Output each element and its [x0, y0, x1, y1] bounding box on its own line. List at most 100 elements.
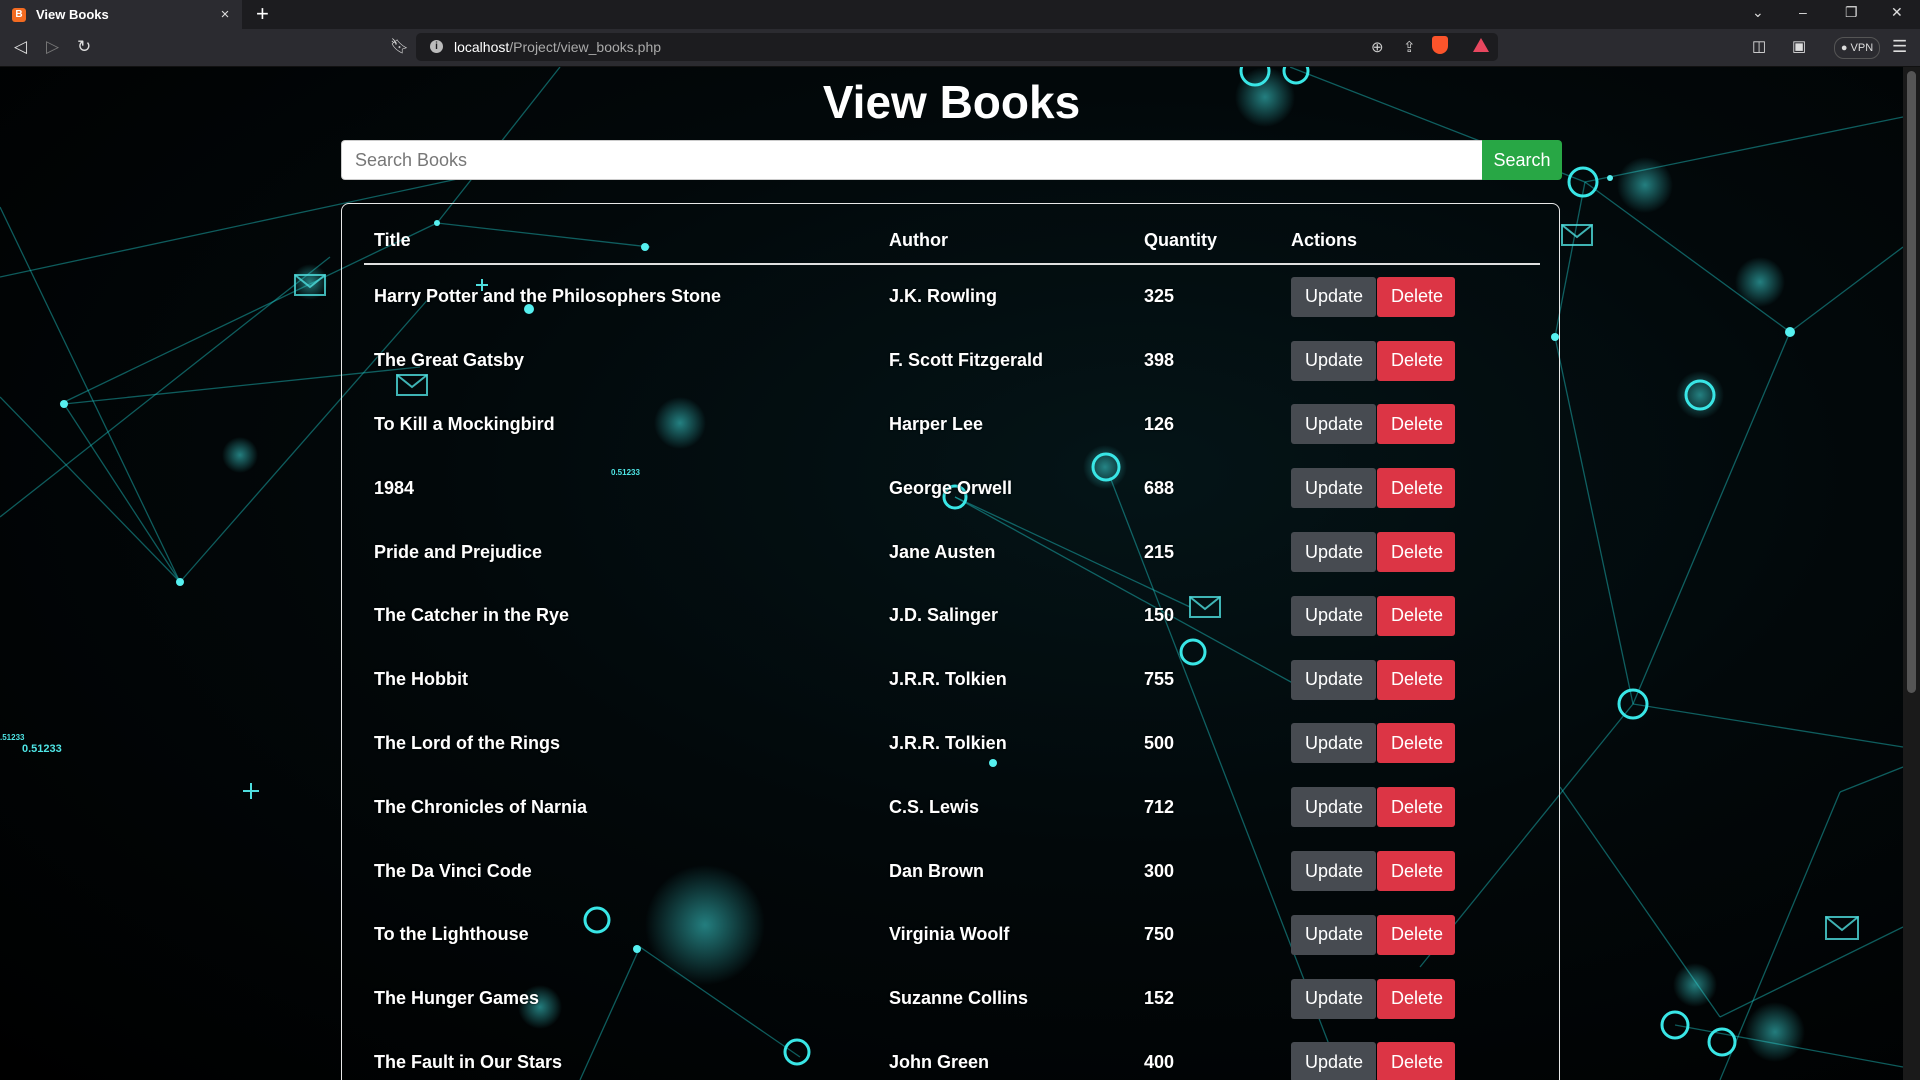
minimize-icon[interactable]: –	[1799, 4, 1807, 20]
forward-icon[interactable]: ▷	[46, 37, 59, 57]
book-title: Pride and Prejudice	[374, 541, 543, 562]
delete-button[interactable]: Delete	[1377, 532, 1455, 573]
book-title: The Hobbit	[374, 669, 468, 690]
book-title: The Great Gatsby	[374, 350, 525, 371]
delete-button[interactable]: Delete	[1377, 914, 1455, 955]
update-button[interactable]: Update	[1291, 787, 1376, 828]
tab-list-chevron-icon[interactable]: ⌄	[1752, 4, 1764, 21]
delete-button[interactable]: Delete	[1377, 978, 1455, 1019]
scrollbar-thumb[interactable]	[1907, 71, 1916, 693]
update-button[interactable]: Update	[1291, 276, 1376, 317]
new-tab-icon[interactable]: +	[256, 3, 269, 25]
book-quantity: 400	[1144, 1051, 1175, 1072]
book-actions: Update Delete	[1281, 775, 1540, 839]
table-row: The Catcher in the Rye J.D. Salinger 150 Up…	[364, 584, 1540, 648]
update-button[interactable]: Update	[1291, 595, 1376, 636]
back-icon[interactable]: ◁	[14, 37, 27, 57]
update-button[interactable]: Update	[1291, 723, 1376, 764]
book-quantity: 152	[1144, 988, 1175, 1009]
update-button[interactable]: Update	[1291, 340, 1376, 381]
search-button[interactable]: Search	[1482, 140, 1562, 180]
column-header-author: Author	[879, 218, 1134, 265]
floating-number: 0.51233	[22, 743, 62, 755]
book-quantity: 750	[1144, 924, 1175, 945]
books-table-body: Harry Potter and the Philosophers Stone J…	[364, 264, 1540, 1080]
vpn-button[interactable]: ● VPN	[1834, 37, 1880, 59]
book-quantity: 398	[1144, 350, 1175, 371]
book-actions: Update Delete	[1281, 712, 1540, 776]
page-viewport: 0.51233 0.51233 .51233 View Books Search…	[0, 67, 1903, 1080]
book-title: The Lord of the Rings	[374, 732, 560, 753]
bookmark-icon[interactable]: 🔖︎	[390, 37, 409, 57]
book-quantity: 300	[1144, 860, 1175, 881]
book-actions: Update Delete	[1281, 903, 1540, 967]
site-info-icon[interactable]: i	[430, 40, 443, 53]
update-button[interactable]: Update	[1291, 468, 1376, 509]
delete-button[interactable]: Delete	[1377, 276, 1455, 317]
update-button[interactable]: Update	[1291, 914, 1376, 955]
delete-button[interactable]: Delete	[1377, 723, 1455, 764]
delete-button[interactable]: Delete	[1377, 595, 1455, 636]
search-form: Search	[341, 140, 1562, 180]
reload-icon[interactable]: ↻	[77, 37, 91, 57]
book-title: 1984	[374, 477, 415, 498]
table-row: 1984 George Orwell 688 Update Delete	[364, 456, 1540, 520]
table-row: The Hunger Games Suzanne Collins 152 Update…	[364, 967, 1540, 1031]
book-title: The Chronicles of Narnia	[374, 796, 588, 817]
update-button[interactable]: Update	[1291, 1042, 1376, 1080]
book-author: Virginia Woolf	[889, 924, 1010, 945]
book-title: The Catcher in the Rye	[374, 605, 570, 626]
book-title: To the Lighthouse	[374, 924, 529, 945]
book-quantity: 215	[1144, 541, 1175, 562]
brave-rewards-icon[interactable]	[1473, 38, 1489, 52]
book-author: C.S. Lewis	[889, 796, 980, 817]
book-author: F. Scott Fitzgerald	[889, 350, 1044, 371]
url-text[interactable]: localhost/Project/view_books.php	[454, 39, 661, 55]
books-table: Title Author Quantity Actions Harry Pott…	[364, 218, 1540, 1080]
site-favicon-icon: B	[12, 7, 26, 22]
delete-button[interactable]: Delete	[1377, 340, 1455, 381]
table-row: The Lord of the Rings J.R.R. Tolkien 500 Up…	[364, 712, 1540, 776]
column-header-actions: Actions	[1281, 218, 1540, 265]
column-header-title: Title	[364, 218, 879, 265]
delete-button[interactable]: Delete	[1377, 468, 1455, 509]
page-scrollbar[interactable]	[1903, 67, 1920, 1080]
delete-button[interactable]: Delete	[1377, 659, 1455, 700]
wallet-icon[interactable]: ▣	[1792, 37, 1806, 57]
restore-icon[interactable]: ❐	[1845, 4, 1858, 21]
update-button[interactable]: Update	[1291, 404, 1376, 445]
book-actions: Update Delete	[1281, 264, 1540, 329]
close-tab-icon[interactable]: ×	[218, 7, 232, 22]
browser-toolbar: ◁ ▷ ↻ 🔖︎ i localhost/Project/view_books.…	[0, 29, 1920, 67]
zoom-icon[interactable]: ⊕	[1371, 38, 1384, 56]
address-bar[interactable]: i localhost/Project/view_books.php ⊕ ⇪	[416, 33, 1498, 61]
book-author: John Green	[889, 1051, 990, 1072]
delete-button[interactable]: Delete	[1377, 404, 1455, 445]
books-table-card: Title Author Quantity Actions Harry Pott…	[341, 203, 1560, 1080]
book-actions: Update Delete	[1281, 648, 1540, 712]
book-quantity: 500	[1144, 732, 1175, 753]
brave-shields-icon[interactable]	[1432, 36, 1448, 54]
share-icon[interactable]: ⇪	[1403, 38, 1416, 56]
book-author: Suzanne Collins	[889, 988, 1029, 1009]
table-row: Harry Potter and the Philosophers Stone J…	[364, 264, 1540, 329]
update-button[interactable]: Update	[1291, 851, 1376, 892]
book-actions: Update Delete	[1281, 456, 1540, 520]
book-author: J.R.R. Tolkien	[889, 732, 1007, 753]
sidebar-icon[interactable]: ◫	[1752, 37, 1766, 57]
close-window-icon[interactable]: ✕	[1891, 4, 1903, 21]
update-button[interactable]: Update	[1291, 659, 1376, 700]
book-author: Jane Austen	[889, 541, 996, 562]
update-button[interactable]: Update	[1291, 532, 1376, 573]
delete-button[interactable]: Delete	[1377, 1042, 1455, 1080]
menu-icon[interactable]: ☰	[1892, 37, 1907, 57]
delete-button[interactable]: Delete	[1377, 851, 1455, 892]
book-actions: Update Delete	[1281, 839, 1540, 903]
table-row: The Chronicles of Narnia C.S. Lewis 712 Upd…	[364, 775, 1540, 839]
book-quantity: 325	[1144, 286, 1175, 307]
table-row: To Kill a Mockingbird Harper Lee 126 Update…	[364, 393, 1540, 457]
search-input[interactable]	[341, 140, 1482, 180]
delete-button[interactable]: Delete	[1377, 787, 1455, 828]
browser-tab[interactable]: B View Books ×	[0, 0, 242, 29]
update-button[interactable]: Update	[1291, 978, 1376, 1019]
